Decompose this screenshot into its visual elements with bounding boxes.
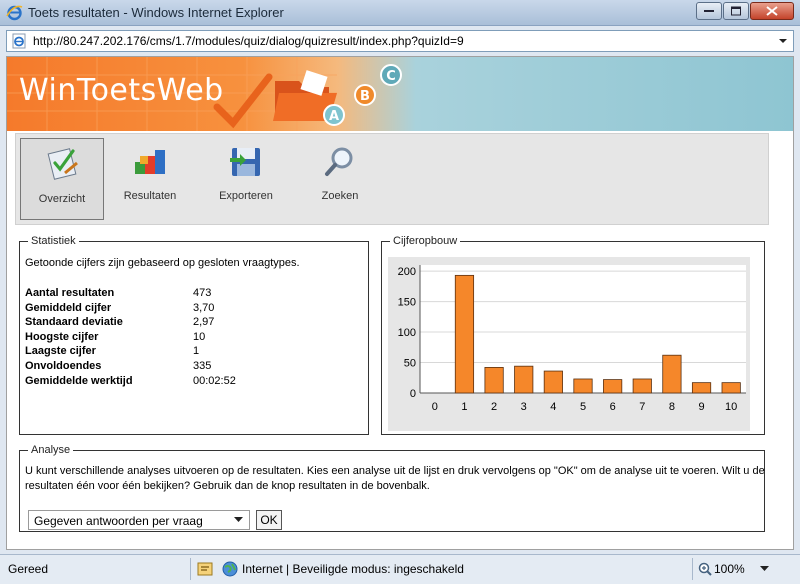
- zoom-icon: [698, 562, 712, 576]
- tab-zoeken[interactable]: Zoeken: [298, 138, 382, 220]
- x-tick-label: 1: [461, 401, 467, 413]
- statistiek-note: Getoonde cijfers zijn gebaseerd op geslo…: [25, 257, 300, 269]
- protected-mode-warning-icon[interactable]: [197, 561, 213, 577]
- badge-a: A: [323, 104, 345, 126]
- cijferopbouw-panel: Cijferopbouw 0 50 100 150 200 0 1 2 3 4 5 6 7 8 9 10: [381, 235, 765, 435]
- x-tick-label: 5: [580, 401, 586, 413]
- tab-exporteren[interactable]: Exporteren: [204, 138, 288, 220]
- url-text: http://80.247.202.176/cms/1.7/modules/qu…: [33, 34, 464, 48]
- analyse-text: U kunt verschillende analyses uitvoeren …: [25, 465, 765, 492]
- y-tick-label: 150: [398, 297, 416, 309]
- bar-2: [484, 367, 504, 394]
- chart-area: 0 50 100 150 200 0 1 2 3 4 5 6 7 8 9 10: [388, 257, 750, 431]
- table-row: Aantal resultaten 473: [25, 287, 212, 299]
- bar-9: [691, 382, 712, 394]
- bar-7: [632, 378, 652, 394]
- status-text: Gereed: [8, 562, 49, 576]
- bar-8: [662, 354, 682, 394]
- table-row: Hoogste cijfer 10: [25, 330, 206, 343]
- bar-10: [721, 382, 741, 394]
- table-row: Onvoldoendes 335: [25, 359, 212, 372]
- address-field[interactable]: http://80.247.202.176/cms/1.7/modules/qu…: [6, 30, 794, 52]
- x-tick-label: 0: [432, 401, 438, 413]
- globe-icon: [222, 561, 238, 577]
- y-tick-label: 0: [410, 388, 416, 400]
- statistiek-legend: Statistiek: [31, 235, 76, 247]
- title-bar: Toets resultaten - Windows Internet Expl…: [0, 0, 800, 26]
- x-tick-label: 6: [610, 401, 616, 413]
- chevron-down-icon: [234, 517, 243, 522]
- statistiek-table: Aantal resultaten 473 Gemiddeld cijfer 3,7…: [25, 287, 236, 389]
- x-tick-label: 9: [698, 401, 704, 413]
- table-row: Gemiddeld cijfer 3,70: [25, 301, 215, 314]
- x-tick-label: 2: [491, 401, 497, 413]
- bar-6: [603, 379, 623, 394]
- cijferopbouw-legend: Cijferopbouw: [393, 235, 458, 247]
- tab-zoeken-label: Zoeken: [321, 190, 359, 202]
- magnifier-icon: [325, 147, 353, 176]
- status-divider: [692, 558, 693, 580]
- ie-page-icon: [12, 33, 26, 49]
- y-tick-label: 100: [398, 327, 416, 339]
- y-tick-label: 200: [398, 266, 416, 278]
- security-zone-text[interactable]: Internet | Beveiligde modus: ingeschakel…: [242, 562, 464, 576]
- svg-text:B: B: [360, 89, 370, 104]
- bar-5: [573, 378, 593, 394]
- tab-exporteren-label: Exporteren: [219, 190, 273, 202]
- statistiek-panel: Statistiek Getoonde cijfers zijn gebasee…: [19, 235, 369, 435]
- checklist-icon: [47, 148, 78, 180]
- minimize-button[interactable]: [696, 2, 722, 20]
- tab-resultaten-label: Resultaten: [123, 190, 177, 202]
- chevron-down-icon[interactable]: [777, 34, 789, 48]
- blocks-icon: [135, 150, 165, 174]
- toolbar: Overzicht Resultaten Exporteren Zoeken: [15, 133, 769, 225]
- table-row: Gemiddelde werktijd 00:02:52: [25, 374, 236, 387]
- window-title: Toets resultaten - Windows Internet Expl…: [28, 5, 284, 20]
- bar-4: [543, 370, 563, 394]
- close-button[interactable]: [750, 2, 794, 20]
- close-icon: [766, 6, 778, 16]
- status-divider: [190, 558, 191, 580]
- x-tick-label: 4: [550, 401, 556, 413]
- badge-b: B: [354, 84, 376, 106]
- svg-text:C: C: [386, 69, 396, 84]
- tab-resultaten[interactable]: Resultaten: [108, 138, 192, 220]
- zoom-level[interactable]: 100%: [714, 562, 745, 576]
- x-tick-label: 7: [639, 401, 645, 413]
- floppy-disk-icon: [230, 148, 260, 176]
- table-row: Laagste cijfer 1: [25, 345, 200, 358]
- internet-explorer-icon: [6, 5, 23, 21]
- page-content: C B A WinToetsWeb Overzicht Resultaten E…: [6, 56, 794, 550]
- x-tick-label: 10: [725, 401, 737, 413]
- cijferopbouw-chart: 0 50 100 150 200 0 1 2 3 4 5 6 7 8 9 10: [398, 265, 746, 413]
- window-controls: [695, 2, 794, 22]
- bar-3: [514, 365, 534, 394]
- chevron-down-icon[interactable]: [760, 566, 769, 572]
- tab-overzicht[interactable]: Overzicht: [20, 138, 104, 220]
- badge-c: C: [380, 64, 402, 86]
- status-bar: Gereed Internet | Beveiligde modus: inge…: [0, 554, 800, 584]
- svg-text:A: A: [329, 109, 339, 124]
- ok-button[interactable]: OK: [256, 510, 282, 530]
- maximize-button[interactable]: [723, 2, 749, 20]
- y-tick-label: 50: [404, 358, 416, 370]
- minimize-icon: [704, 10, 714, 12]
- tab-overzicht-label: Overzicht: [38, 193, 86, 205]
- analyse-panel: Analyse U kunt verschillende analyses ui…: [19, 444, 765, 532]
- maximize-icon: [731, 6, 741, 16]
- address-bar: http://80.247.202.176/cms/1.7/modules/qu…: [0, 26, 800, 56]
- x-tick-label: 8: [669, 401, 675, 413]
- x-tick-label: 3: [521, 401, 527, 413]
- analyse-select[interactable]: Gegeven antwoorden per vraag: [28, 510, 250, 530]
- analyse-legend: Analyse: [31, 444, 71, 456]
- logo: WinToetsWeb: [19, 73, 224, 108]
- analyse-select-value: Gegeven antwoorden per vraag: [34, 514, 203, 528]
- bar-1: [454, 274, 475, 394]
- banner: C B A WinToetsWeb: [7, 57, 793, 131]
- table-row: Standaard deviatie 2,97: [25, 316, 215, 329]
